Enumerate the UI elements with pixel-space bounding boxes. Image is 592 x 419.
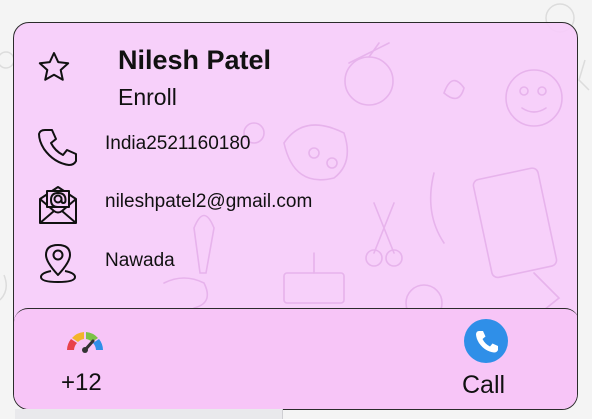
favorite-star-icon[interactable] <box>37 50 71 84</box>
phone-circle-icon <box>476 331 498 353</box>
call-button[interactable] <box>464 319 508 363</box>
phone-icon[interactable] <box>36 124 80 168</box>
contact-name: Nilesh Patel <box>118 45 272 75</box>
call-label[interactable]: Call <box>462 371 505 400</box>
gauge-icon <box>67 332 103 353</box>
contact-subtitle: Enroll <box>118 84 177 110</box>
contact-location: Nawada <box>105 250 175 271</box>
contact-card[interactable]: Nilesh Patel Enroll India2521160180 nile… <box>13 22 578 410</box>
envelope-at-icon[interactable] <box>36 183 80 227</box>
next-card-edge <box>15 409 283 419</box>
gauge-count: +12 <box>61 369 102 396</box>
contact-phone[interactable]: India2521160180 <box>105 133 250 155</box>
map-pin-icon[interactable] <box>36 241 80 285</box>
card-footer: +12 Call <box>14 308 577 409</box>
contact-email[interactable]: nileshpatel2@gmail.com <box>105 191 312 213</box>
